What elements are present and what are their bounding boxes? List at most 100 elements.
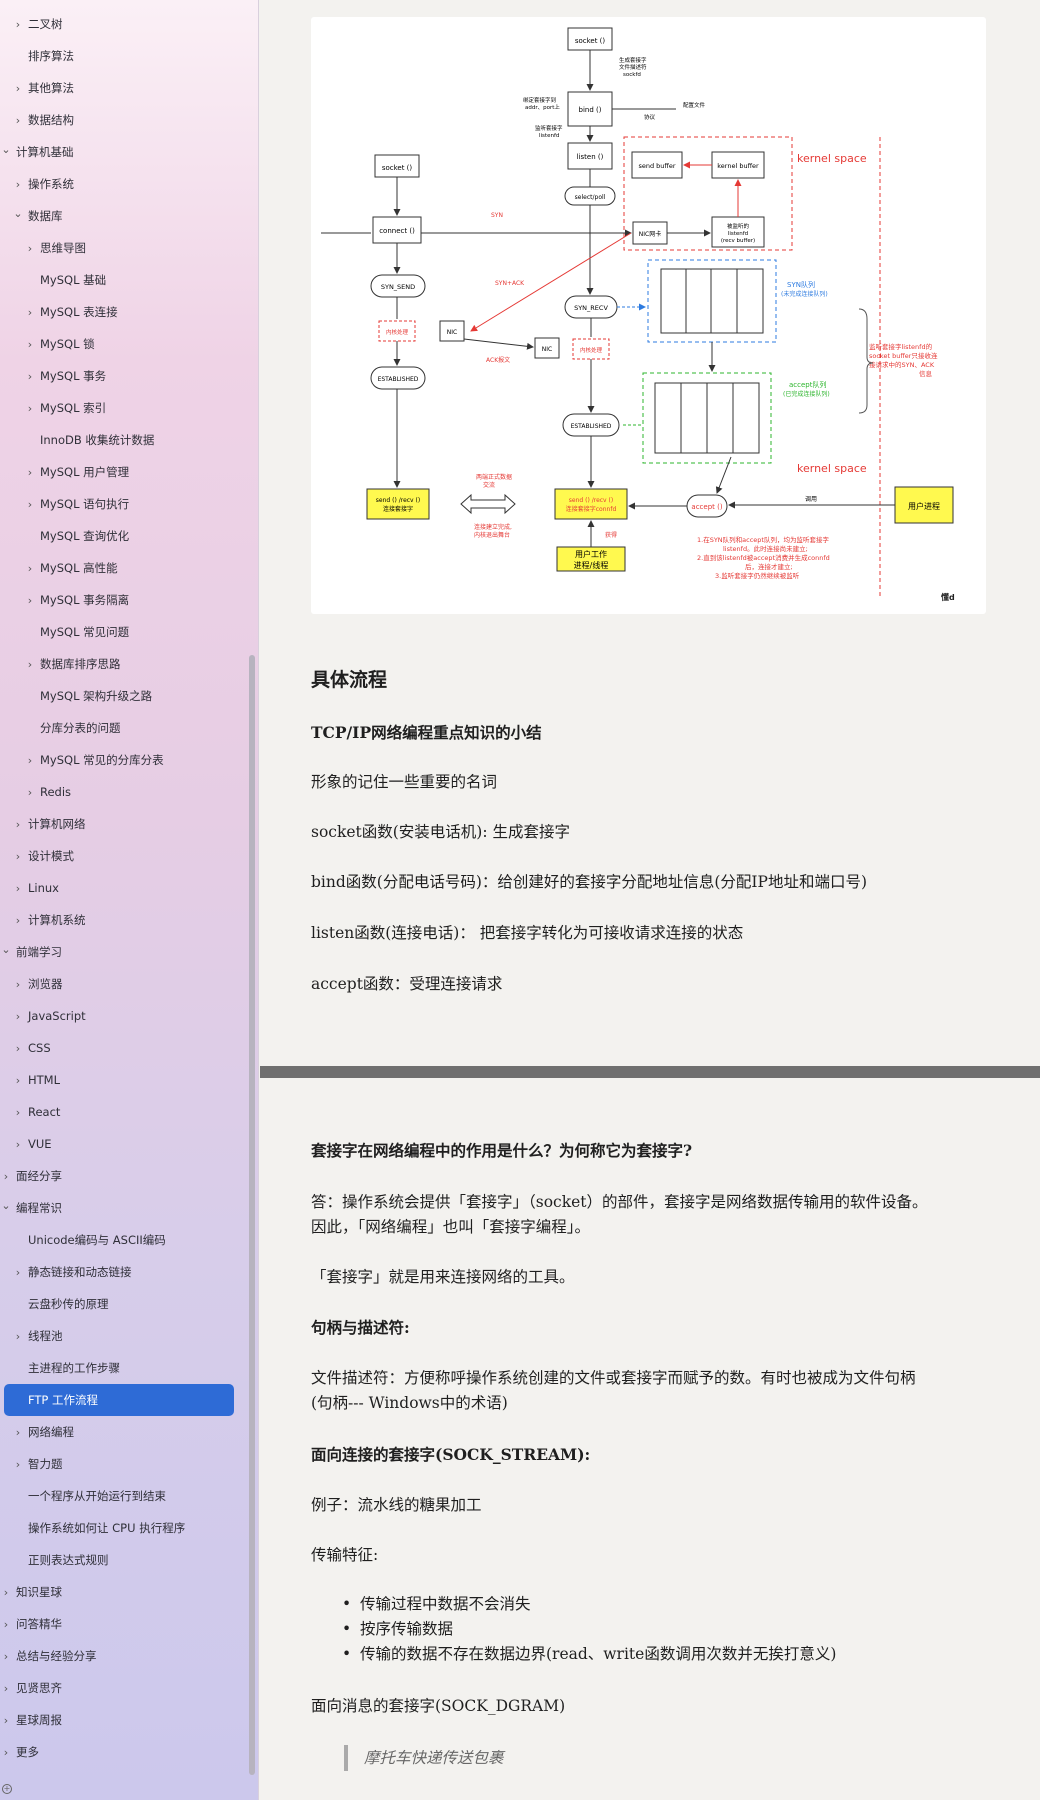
sidebar-item[interactable]: 一个程序从开始运行到结束 (0, 1480, 236, 1512)
chevron-right-icon[interactable]: › (0, 1746, 12, 1759)
sidebar-item[interactable]: › 浏览器 (0, 968, 236, 1000)
sidebar-item[interactable]: MySQL 基础 (0, 264, 236, 296)
chevron-right-icon[interactable]: › (12, 818, 24, 831)
chevron-right-icon[interactable]: › (12, 1138, 24, 1151)
chevron-right-icon[interactable]: › (12, 82, 24, 95)
sidebar-item[interactable]: › 思维导图 (0, 232, 236, 264)
chevron-right-icon[interactable]: › (12, 114, 24, 127)
sidebar-item[interactable]: › VUE (0, 1128, 236, 1160)
chevron-right-icon[interactable]: › (12, 882, 24, 895)
chevron-right-icon[interactable]: › (12, 914, 24, 927)
section-heading: 具体流程 (311, 669, 388, 691)
chevron-right-icon[interactable]: › (12, 1106, 24, 1119)
sidebar-item[interactable]: › CSS (0, 1032, 236, 1064)
sidebar-item[interactable]: › 更多 (0, 1736, 236, 1768)
sidebar-scrollbar[interactable] (249, 655, 255, 1775)
chevron-down-icon[interactable]: ⌄ (0, 143, 12, 156)
sidebar-item[interactable]: InnoDB 收集统计数据 (0, 424, 236, 456)
chevron-right-icon[interactable]: › (24, 498, 36, 511)
sidebar-item[interactable]: › Redis (0, 776, 236, 808)
sidebar-item[interactable]: › 设计模式 (0, 840, 236, 872)
chevron-right-icon[interactable]: › (24, 594, 36, 607)
sidebar-item[interactable]: MySQL 架构升级之路 (0, 680, 236, 712)
chevron-down-icon[interactable]: ⌄ (0, 1199, 12, 1212)
chevron-right-icon[interactable]: › (12, 18, 24, 31)
sidebar-item[interactable]: › MySQL 用户管理 (0, 456, 236, 488)
sidebar-item[interactable]: › JavaScript (0, 1000, 236, 1032)
sidebar-item[interactable]: 主进程的工作步骤 (0, 1352, 236, 1384)
chevron-right-icon[interactable]: › (12, 1330, 24, 1343)
chevron-right-icon[interactable]: › (12, 178, 24, 191)
chevron-right-icon[interactable]: › (0, 1714, 12, 1727)
sidebar-item[interactable]: › 见贤思齐 (0, 1672, 236, 1704)
sidebar-item[interactable]: › 计算机系统 (0, 904, 236, 936)
sidebar-item[interactable]: › 计算机网络 (0, 808, 236, 840)
sidebar-item[interactable]: FTP 工作流程 (4, 1384, 234, 1416)
sidebar-item[interactable]: ⌄ 计算机基础 (0, 136, 236, 168)
sidebar-item[interactable]: › 线程池 (0, 1320, 236, 1352)
sidebar-item[interactable]: › 智力题 (0, 1448, 236, 1480)
sidebar-item[interactable]: MySQL 常见问题 (0, 616, 236, 648)
sidebar-item[interactable]: 排序算法 (0, 40, 236, 72)
sidebar-item[interactable]: › 二叉树 (0, 8, 236, 40)
chevron-right-icon[interactable]: › (0, 1618, 12, 1631)
sidebar-item[interactable]: MySQL 查询优化 (0, 520, 236, 552)
chevron-right-icon[interactable]: › (0, 1650, 12, 1663)
sidebar-item[interactable]: Unicode编码与 ASCII编码 (0, 1224, 236, 1256)
sidebar-item[interactable]: › 星球周报 (0, 1704, 236, 1736)
sidebar-item[interactable]: 正则表达式规则 (0, 1544, 236, 1576)
sidebar-item[interactable]: › 问答精华 (0, 1608, 236, 1640)
chevron-right-icon[interactable]: › (0, 1682, 12, 1695)
sidebar-item[interactable]: › MySQL 表连接 (0, 296, 236, 328)
chevron-right-icon[interactable]: › (24, 402, 36, 415)
sidebar-item[interactable]: › MySQL 事务 (0, 360, 236, 392)
chevron-right-icon[interactable]: › (24, 466, 36, 479)
chevron-right-icon[interactable]: › (24, 658, 36, 671)
chevron-right-icon[interactable]: › (24, 338, 36, 351)
chevron-right-icon[interactable]: › (12, 1266, 24, 1279)
chevron-right-icon[interactable]: › (0, 1586, 12, 1599)
chevron-right-icon[interactable]: › (24, 306, 36, 319)
chevron-right-icon[interactable]: › (24, 370, 36, 383)
sidebar-collapse-icon[interactable]: + (2, 1784, 12, 1794)
sidebar-item[interactable]: › MySQL 高性能 (0, 552, 236, 584)
chevron-right-icon[interactable]: › (24, 754, 36, 767)
sidebar-item[interactable]: › 其他算法 (0, 72, 236, 104)
chevron-right-icon[interactable]: › (12, 850, 24, 863)
chevron-right-icon[interactable]: › (0, 1170, 12, 1183)
chevron-right-icon[interactable]: › (12, 978, 24, 991)
sidebar-item[interactable]: › MySQL 语句执行 (0, 488, 236, 520)
sidebar-item[interactable]: › 数据结构 (0, 104, 236, 136)
sidebar-item[interactable]: › MySQL 锁 (0, 328, 236, 360)
chevron-right-icon[interactable]: › (24, 562, 36, 575)
sidebar-item[interactable]: 分库分表的问题 (0, 712, 236, 744)
sidebar-item[interactable]: › 面经分享 (0, 1160, 236, 1192)
chevron-right-icon[interactable]: › (12, 1042, 24, 1055)
chevron-right-icon[interactable]: › (12, 1426, 24, 1439)
sidebar-item[interactable]: › 操作系统 (0, 168, 236, 200)
sidebar-item[interactable]: 操作系统如何让 CPU 执行程序 (0, 1512, 236, 1544)
sidebar-item[interactable]: ⌄ 前端学习 (0, 936, 236, 968)
sidebar-item[interactable]: › HTML (0, 1064, 236, 1096)
sidebar-item[interactable]: ⌄ 数据库 (0, 200, 236, 232)
list-item: 按序传输数据 (342, 1617, 836, 1642)
chevron-right-icon[interactable]: › (24, 242, 36, 255)
sidebar-item[interactable]: › 总结与经验分享 (0, 1640, 236, 1672)
chevron-down-icon[interactable]: ⌄ (0, 943, 12, 956)
sidebar-item[interactable]: › 网络编程 (0, 1416, 236, 1448)
sidebar-item[interactable]: ⌄ 编程常识 (0, 1192, 236, 1224)
sidebar-item[interactable]: › Linux (0, 872, 236, 904)
chevron-right-icon[interactable]: › (12, 1010, 24, 1023)
chevron-down-icon[interactable]: ⌄ (12, 207, 24, 220)
sidebar-item[interactable]: › 静态链接和动态链接 (0, 1256, 236, 1288)
sidebar-item[interactable]: › MySQL 常见的分库分表 (0, 744, 236, 776)
sidebar-item[interactable]: › 知识星球 (0, 1576, 236, 1608)
sidebar-item[interactable]: › 数据库排序思路 (0, 648, 236, 680)
chevron-right-icon[interactable]: › (12, 1074, 24, 1087)
chevron-right-icon[interactable]: › (24, 786, 36, 799)
sidebar-item[interactable]: 云盘秒传的原理 (0, 1288, 236, 1320)
sidebar-item[interactable]: › MySQL 索引 (0, 392, 236, 424)
sidebar-item[interactable]: › MySQL 事务隔离 (0, 584, 236, 616)
chevron-right-icon[interactable]: › (12, 1458, 24, 1471)
sidebar-item[interactable]: › React (0, 1096, 236, 1128)
